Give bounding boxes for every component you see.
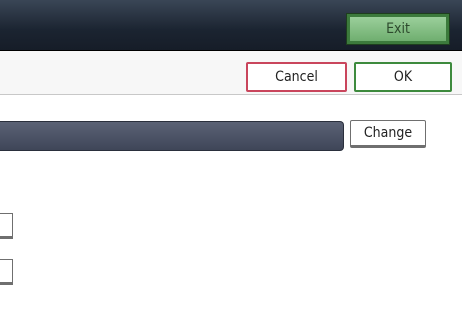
exit-button[interactable]: Exit <box>346 13 450 45</box>
change-button[interactable]: Change <box>350 120 426 148</box>
value-display-field <box>0 121 344 151</box>
ok-button[interactable]: OK <box>354 62 452 92</box>
cancel-button[interactable]: Cancel <box>246 62 347 92</box>
option-button-2[interactable] <box>0 259 13 285</box>
option-button-1[interactable] <box>0 213 13 239</box>
title-bar: Exit <box>0 0 462 51</box>
